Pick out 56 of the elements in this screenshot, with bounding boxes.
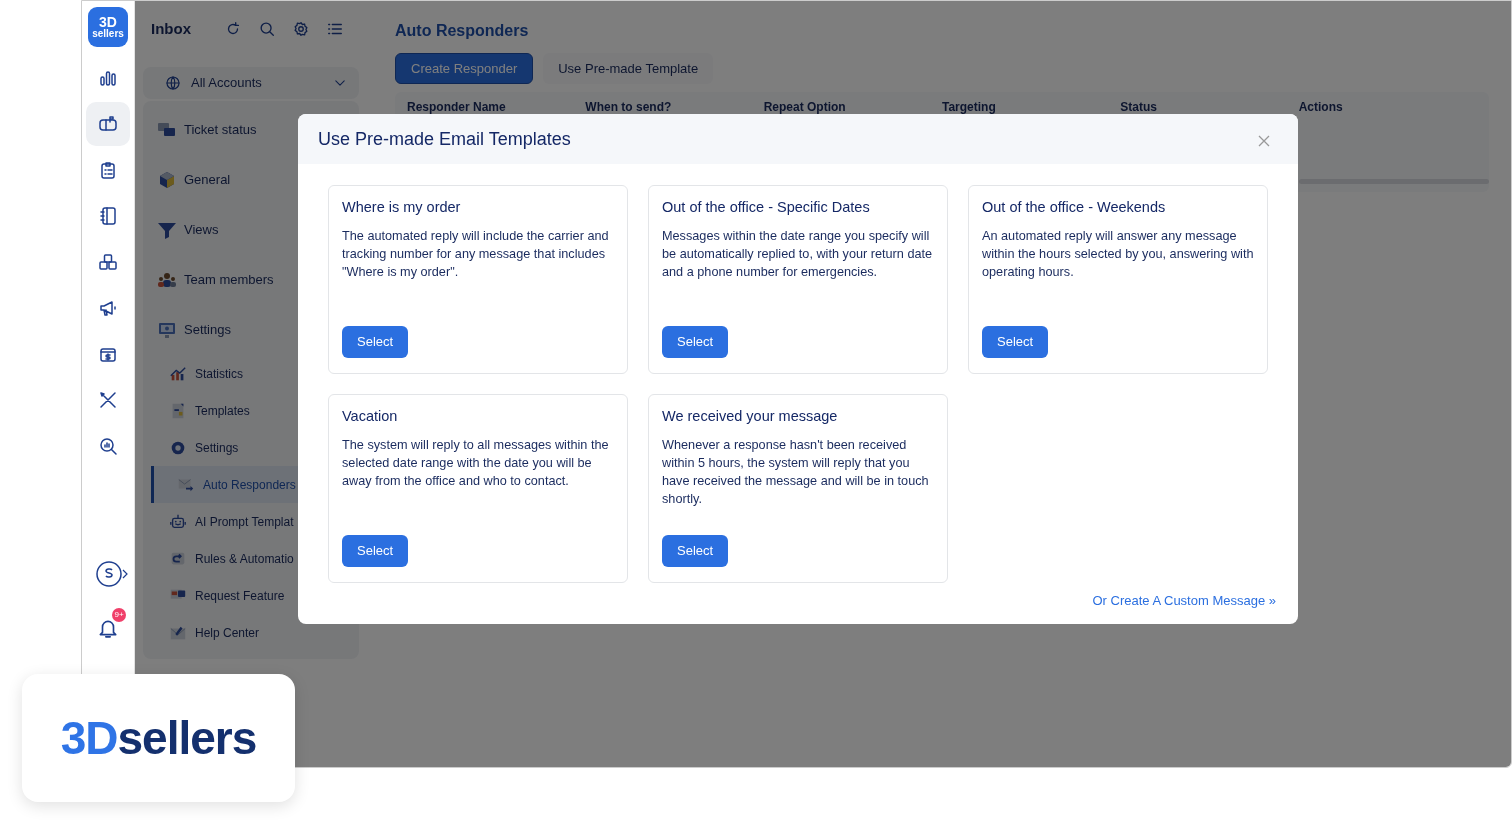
notification-badge: 9+	[112, 608, 126, 622]
robot-icon	[169, 512, 187, 531]
sidebar-subitem[interactable]: Statistics	[143, 355, 359, 392]
template-title: Vacation	[342, 407, 399, 426]
sidebar-subitem[interactable]: Request Feature	[143, 577, 359, 614]
template-title: We received your message	[662, 407, 839, 426]
template-title: Out of the office - Specific Dates	[662, 198, 871, 217]
bar-chart-icon	[98, 68, 118, 88]
rail-nav-button[interactable]	[86, 102, 130, 146]
settings-icon	[292, 20, 310, 38]
s-circle-icon	[96, 561, 122, 587]
column-header: Responder Name	[407, 99, 507, 116]
scrollbar[interactable]	[1299, 179, 1489, 184]
column-header: Targeting	[942, 99, 997, 116]
select-button[interactable]: Select	[662, 326, 729, 358]
template-description: Messages within the date range you specify will be automatically replied to, with your return date and a phone number for emergencies.	[662, 227, 934, 282]
notifications-button[interactable]: 9+	[90, 608, 126, 644]
column-header: Actions	[1298, 99, 1344, 116]
column-header: Repeat Option	[763, 99, 847, 116]
notebook-icon	[98, 206, 118, 226]
template-description: An automated reply will answer any message within the hours selected by you, answering with operating hours.	[982, 227, 1254, 282]
cube-icon	[157, 170, 177, 190]
inbox-title: Inbox	[151, 18, 191, 39]
select-button[interactable]: Select	[982, 326, 1049, 358]
select-button[interactable]: Select	[342, 535, 409, 567]
team-icon	[157, 270, 177, 290]
modal-title: Use Pre-made Email Templates	[318, 127, 571, 151]
mailbox-icon	[98, 114, 118, 134]
template-title: Out of the office - Weekends	[982, 198, 1167, 217]
analytics-search-icon	[98, 436, 118, 456]
sidebar-subitem[interactable]: Help Center	[143, 614, 359, 651]
column-header: Status	[1120, 99, 1158, 116]
boxes-icon	[98, 252, 118, 272]
globe-icon	[165, 75, 181, 91]
close-icon	[1258, 134, 1270, 147]
template-description: The automated reply will include the carrier and tracking number for any message that includes "Where is my order".	[342, 227, 610, 282]
search-icon	[258, 20, 276, 38]
account-select[interactable]: All Accounts	[143, 67, 359, 99]
settings-button[interactable]	[291, 19, 311, 39]
template-title: Where is my order	[342, 198, 462, 217]
chevron-right-icon	[122, 569, 128, 579]
app-logo[interactable]: 3D sellers	[88, 7, 128, 47]
monitor-icon	[157, 320, 177, 340]
page-title: Auto Responders	[395, 21, 530, 41]
column-header: When to send?	[585, 99, 673, 116]
create-button[interactable]: Create Responder	[395, 53, 534, 84]
template-description: Whenever a response hasn't been received within 5 hours, the system will reply that you have received the message and will be in touch shortly.	[662, 436, 930, 509]
select-button[interactable]: Select	[662, 535, 729, 567]
account-switcher[interactable]	[96, 561, 128, 587]
megaphone-icon	[98, 298, 118, 318]
funnel-icon	[157, 220, 177, 240]
clipboard-icon	[98, 160, 118, 180]
select-button[interactable]: Select	[342, 326, 409, 358]
brand-logo: 3Dsellers	[60, 710, 257, 766]
chart-icon	[169, 364, 187, 383]
custom-message-link[interactable]: Or Create A Custom Message »	[1092, 593, 1276, 608]
